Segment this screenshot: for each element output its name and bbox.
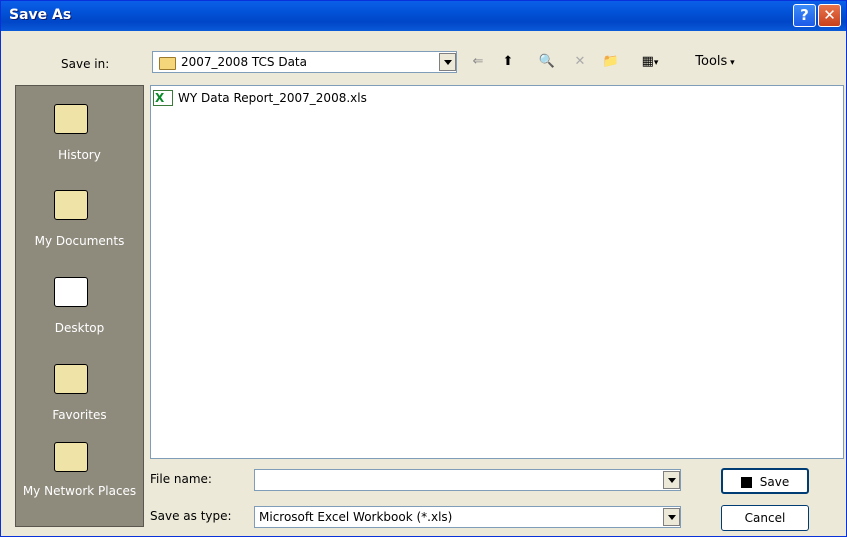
file-name-field[interactable] — [254, 469, 681, 491]
place-history-label: History — [58, 148, 101, 162]
file-list[interactable]: X WY Data Report_2007_2008.xls — [150, 85, 844, 459]
place-my-documents-label: My Documents — [34, 234, 125, 248]
dialog-title: Save As — [9, 7, 72, 23]
place-favorites-label: Favorites — [52, 408, 107, 422]
file-name: WY Data Report_2007_2008.xls — [178, 91, 367, 105]
save-in-label: Save in: — [61, 57, 110, 71]
desktop-icon — [54, 277, 88, 307]
help-button[interactable]: ? — [793, 4, 816, 27]
tools-chevron-down-icon: ▾ — [727, 58, 735, 68]
place-desktop[interactable]: Desktop — [16, 273, 145, 348]
titlebar: Save As ? ✕ — [1, 1, 846, 31]
place-my-documents[interactable]: My Documents — [16, 186, 145, 261]
back-icon[interactable]: ⇐ — [469, 53, 487, 71]
save-in-combo[interactable]: 2007_2008 TCS Data — [152, 51, 457, 73]
save-as-dialog: Save As ? ✕ Save in: 2007_2008 TCS Data … — [0, 0, 847, 537]
save-label: Save — [759, 475, 790, 489]
place-favorites[interactable]: Favorites — [16, 360, 145, 435]
tools-label: Tools — [695, 54, 728, 69]
favorites-icon — [54, 364, 88, 394]
search-web-icon[interactable]: 🔍 — [535, 53, 559, 71]
close-button[interactable]: ✕ — [818, 4, 841, 27]
place-my-network-places[interactable]: My Network Places — [16, 438, 145, 526]
places-bar: History My Documents Desktop Favorites M… — [15, 85, 144, 527]
place-history[interactable]: History — [16, 100, 145, 175]
save-as-type-value: Microsoft Excel Workbook (*.xls) — [259, 510, 453, 524]
cancel-button[interactable]: Cancel — [721, 505, 809, 531]
my-network-places-icon — [54, 442, 88, 472]
create-new-folder-icon[interactable]: 📁 — [599, 53, 623, 71]
file-name-dropdown-button[interactable] — [663, 471, 680, 489]
views-icon[interactable]: ▦▾ — [637, 53, 663, 71]
file-name-input[interactable] — [259, 472, 489, 488]
folder-icon — [159, 57, 176, 70]
place-desktop-label: Desktop — [54, 321, 105, 335]
save-in-dropdown-button[interactable] — [439, 53, 456, 71]
save-as-type-label: Save as type: — [150, 509, 232, 523]
up-one-level-icon[interactable]: ⬆ — [497, 53, 519, 71]
my-documents-icon — [54, 190, 88, 220]
file-name-label: File name: — [150, 472, 212, 486]
views-grid-icon: ▦ — [641, 54, 654, 69]
save-as-type-select[interactable]: Microsoft Excel Workbook (*.xls) — [254, 506, 681, 528]
place-my-network-places-label: My Network Places — [22, 484, 137, 498]
tools-menu[interactable]: Tools ▾ — [685, 53, 745, 71]
delete-icon[interactable]: ✕ — [569, 53, 591, 71]
save-in-value: 2007_2008 TCS Data — [181, 55, 307, 69]
excel-file-icon: X — [153, 90, 173, 106]
save-as-type-dropdown-button[interactable] — [663, 508, 680, 526]
save-disk-icon — [740, 477, 752, 488]
views-chevron-down-icon: ▾ — [653, 58, 659, 68]
history-icon — [54, 104, 88, 134]
save-button[interactable]: Save — [721, 468, 809, 494]
